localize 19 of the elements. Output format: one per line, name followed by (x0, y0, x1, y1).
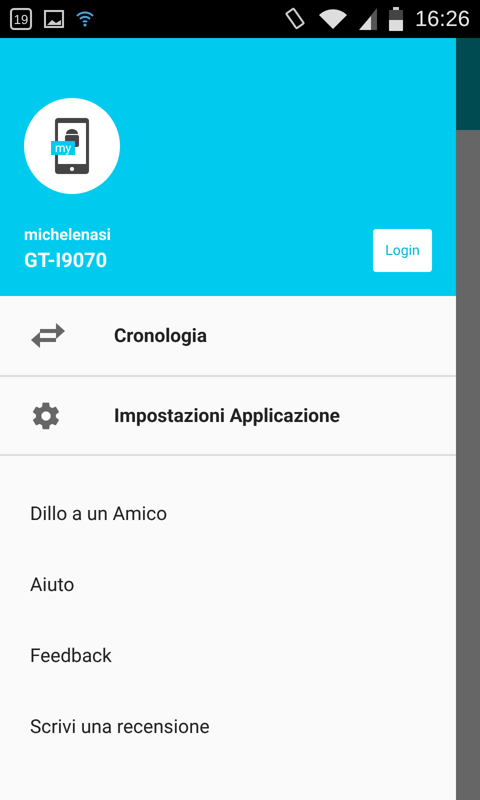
wifi-icon (318, 8, 347, 30)
menu-item[interactable]: Cronologia (114, 324, 208, 347)
battery-icon (388, 7, 403, 31)
menu-item[interactable]: Dillo a un Amico (30, 502, 168, 526)
menu-item[interactable]: Scrivi una recensione (30, 714, 210, 738)
username: michelenasi (24, 225, 111, 244)
wifi-icon (76, 10, 94, 28)
signal-icon (358, 8, 377, 30)
menu-item[interactable]: Impostazioni Applicazione (114, 404, 340, 427)
settings-icon (30, 400, 62, 432)
calendar-icon: 19 (10, 8, 32, 30)
menu-item[interactable]: Feedback (30, 644, 112, 668)
swap-arrows-icon (30, 322, 66, 350)
logo-text: my (51, 141, 76, 155)
image-icon (44, 10, 64, 28)
clock-time: 16:26 (414, 6, 470, 32)
device-model: GT-I9070 (24, 248, 108, 272)
menu-item[interactable]: Aiuto (30, 572, 74, 596)
vibrate-icon (284, 7, 307, 31)
